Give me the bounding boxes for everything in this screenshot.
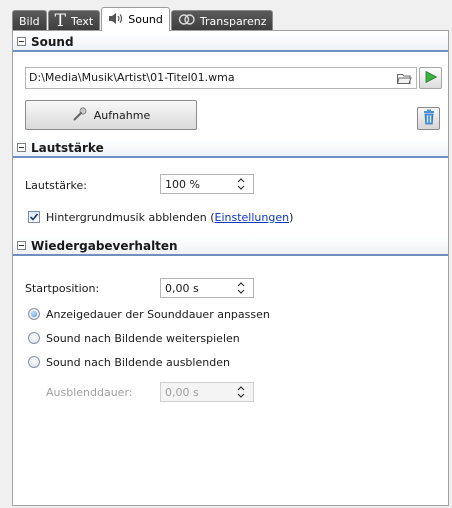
play-icon — [424, 70, 438, 87]
fade-bg-suffix: ) — [289, 211, 294, 224]
fade-bg-text: Hintergrundmusik abblenden ( — [46, 211, 215, 224]
section-title-sound: Sound — [31, 34, 74, 49]
start-position-spinbox[interactable]: 0,00 s — [160, 278, 254, 298]
start-position-value: 0,00 s — [165, 281, 199, 295]
collapse-icon[interactable] — [17, 37, 26, 46]
tab-text-label: Text — [71, 14, 94, 28]
spin-arrows-icon[interactable] — [237, 385, 245, 399]
microphone-icon — [72, 106, 94, 125]
record-button[interactable]: Aufnahme — [25, 100, 197, 130]
start-position-label: Startposition: — [25, 282, 100, 295]
tab-transparenz-label: Transparenz — [199, 14, 267, 28]
fade-background-music-label: Hintergrundmusik abblenden (Einstellunge… — [46, 211, 293, 224]
speaker-icon — [108, 12, 124, 28]
settings-link[interactable]: Einstellungen — [215, 211, 290, 224]
record-button-label: Aufnahme — [93, 108, 151, 122]
checkmark-icon — [29, 213, 39, 221]
folder-open-icon[interactable] — [396, 70, 412, 86]
fade-duration-value: 0,00 s — [165, 385, 199, 399]
transparency-icon — [178, 13, 196, 29]
tab-bild[interactable]: Bild — [12, 10, 47, 31]
radio-adjust-duration[interactable] — [28, 308, 40, 320]
sound-file-path: D:\Media\Musik\Artist\01-Titel01.wma — [29, 71, 235, 84]
radio-fade-out[interactable] — [28, 356, 40, 368]
section-title-volume: Lautstärke — [31, 140, 104, 155]
radio-continue-playing-label: Sound nach Bildende weiterspielen — [46, 332, 240, 345]
sound-panel: Sound D:\Media\Musik\Artist\01-Titel01.w… — [12, 30, 449, 506]
section-header-playback[interactable]: Wiedergabeverhalten — [13, 237, 448, 256]
fade-duration-spinbox[interactable]: 0,00 s — [160, 382, 254, 402]
spin-arrows-icon[interactable] — [237, 177, 245, 191]
radio-continue-playing[interactable] — [28, 332, 40, 344]
spin-arrows-icon[interactable] — [237, 281, 245, 295]
collapse-icon[interactable] — [17, 241, 26, 250]
section-header-sound[interactable]: Sound — [13, 33, 448, 52]
play-button[interactable] — [419, 67, 442, 89]
radio-fade-out-label: Sound nach Bildende ausblenden — [46, 356, 230, 369]
section-title-playback: Wiedergabeverhalten — [31, 238, 178, 253]
volume-spinbox[interactable]: 100 % — [160, 174, 254, 194]
big-t-icon: T — [54, 10, 66, 31]
tab-transparenz[interactable]: Transparenz — [170, 10, 274, 31]
volume-label: Lautstärke: — [25, 179, 87, 192]
section-header-volume[interactable]: Lautstärke — [13, 139, 448, 158]
delete-sound-button[interactable] — [417, 107, 440, 130]
fade-background-music-checkbox[interactable] — [28, 211, 40, 223]
sound-file-field[interactable]: D:\Media\Musik\Artist\01-Titel01.wma — [25, 67, 417, 89]
collapse-icon[interactable] — [17, 143, 26, 152]
tab-text[interactable]: T Text — [47, 10, 101, 31]
fade-duration-label: Ausblenddauer: — [46, 386, 133, 399]
tab-bar: Bild T Text Sound Transparenz — [12, 7, 274, 31]
volume-value: 100 % — [165, 177, 200, 191]
trash-icon — [422, 109, 436, 128]
tab-bild-label: Bild — [19, 14, 40, 28]
tab-sound-label: Sound — [128, 13, 163, 26]
tab-sound[interactable]: Sound — [101, 7, 170, 31]
radio-adjust-duration-label: Anzeigedauer der Sounddauer anpassen — [46, 308, 270, 321]
